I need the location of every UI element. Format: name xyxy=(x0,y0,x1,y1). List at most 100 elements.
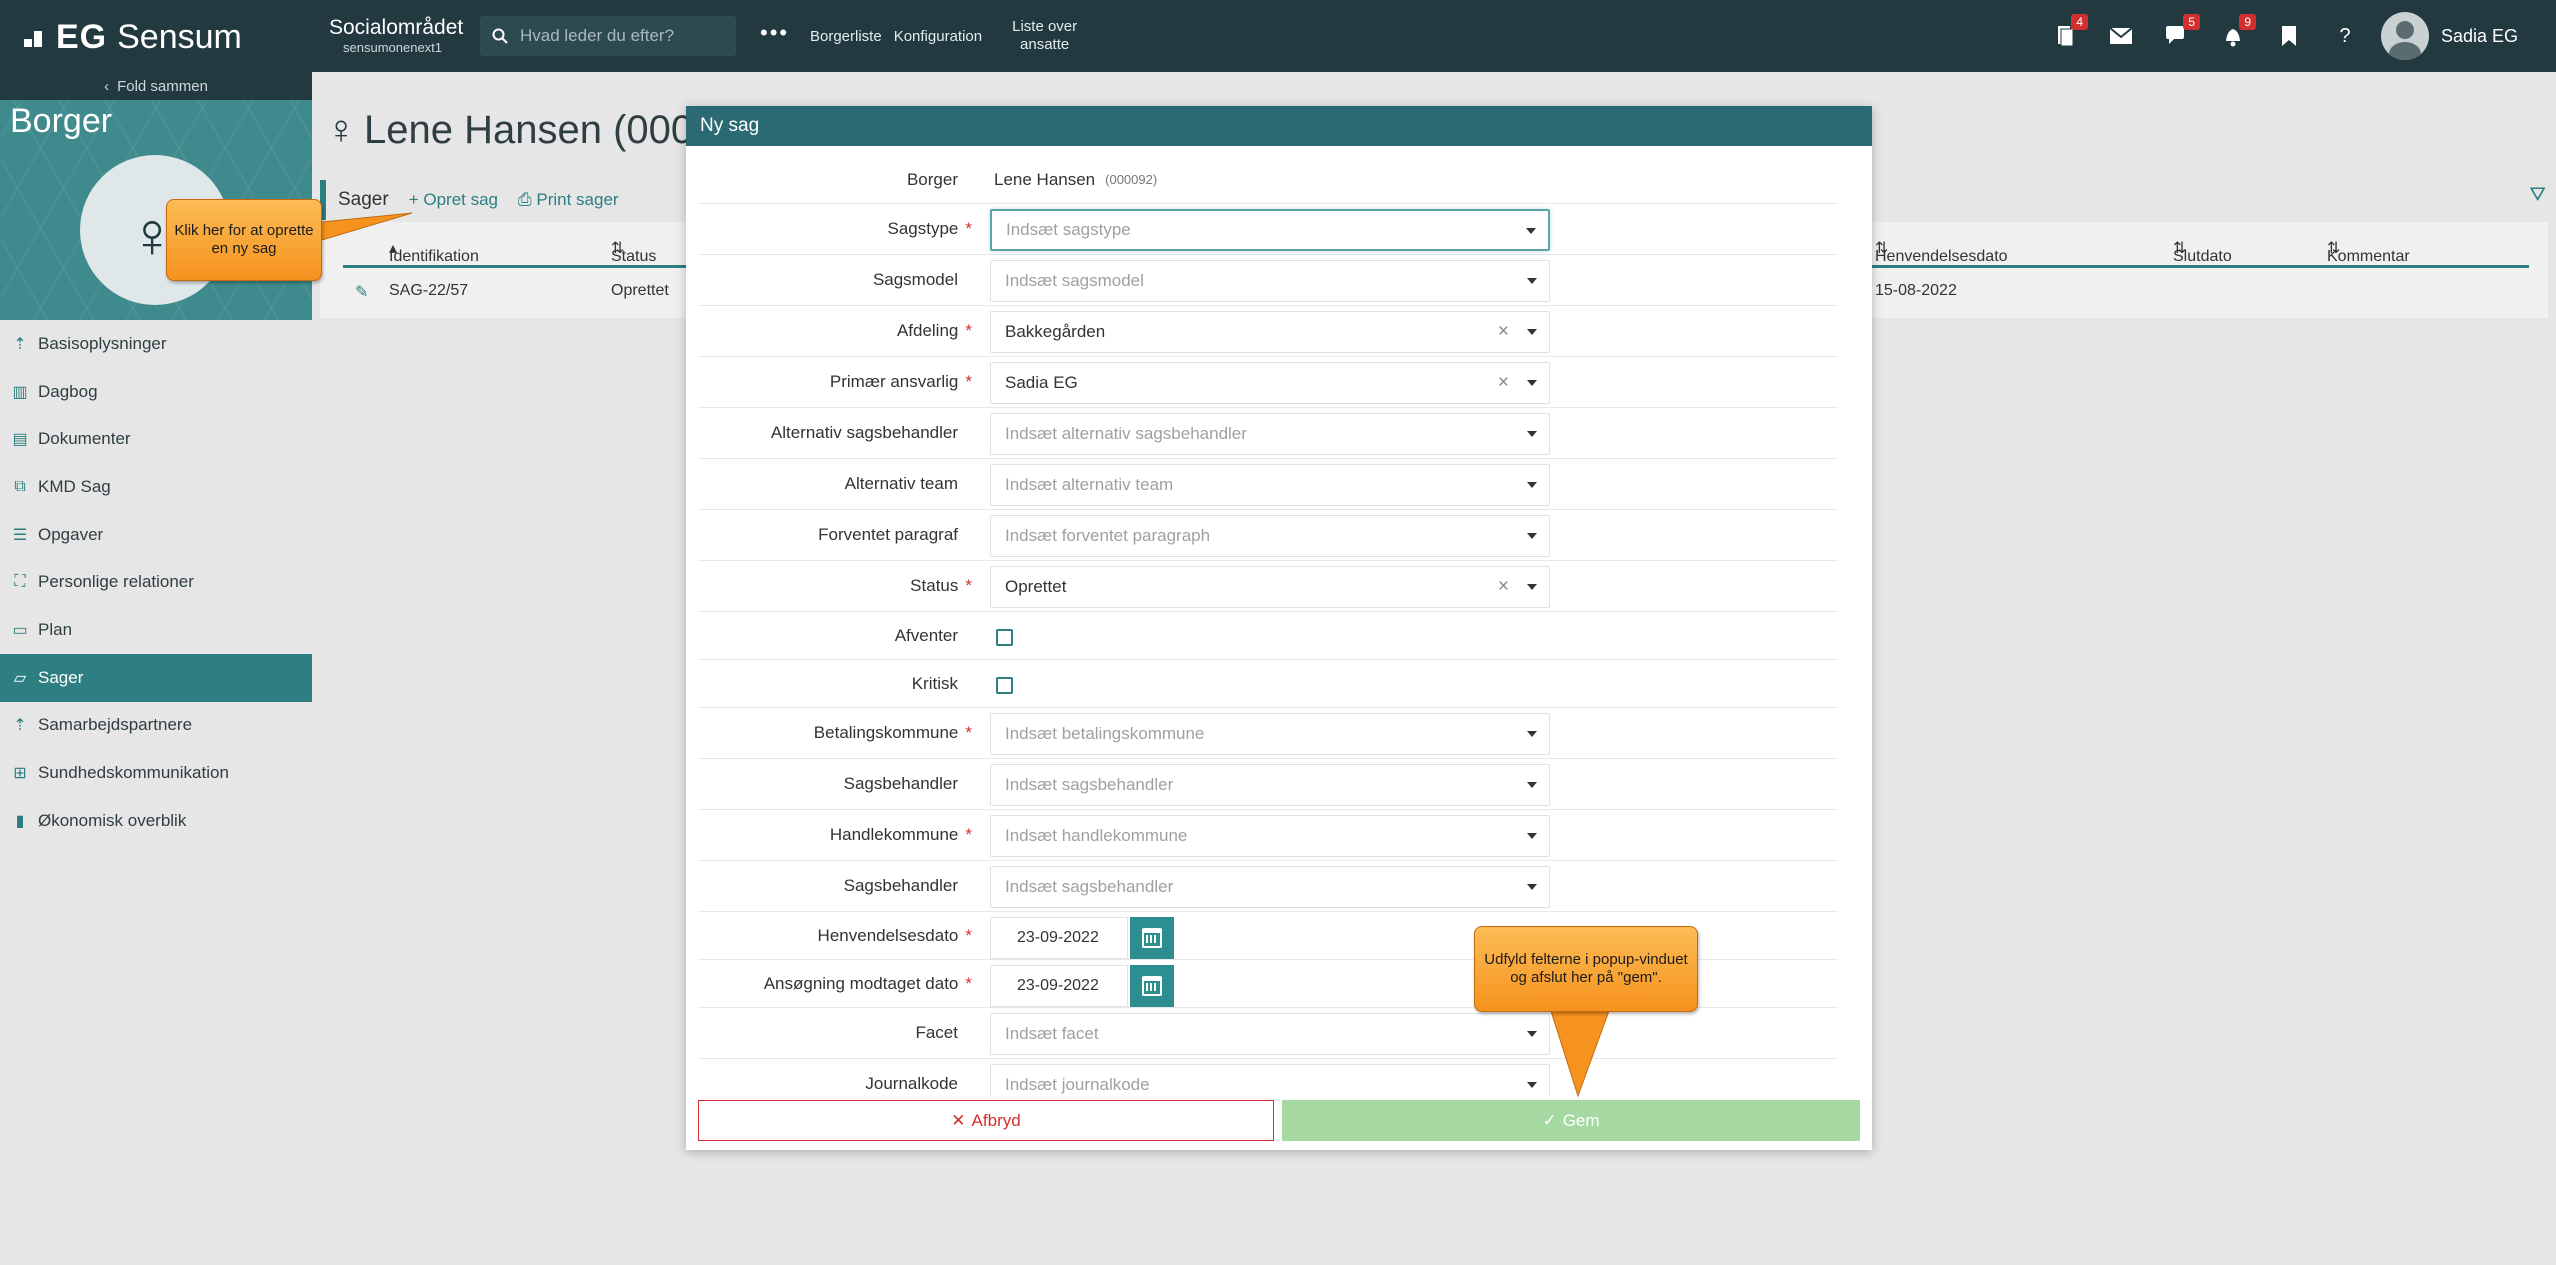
col-kommentar[interactable]: Kommentar ⇅ xyxy=(2327,238,2410,265)
row-afventer: Afventer xyxy=(698,612,1838,660)
handlekommune-select[interactable]: Indsæt handlekommune xyxy=(990,815,1550,857)
pencil-icon[interactable]: ✎ xyxy=(355,282,368,302)
health-icon: ⊞ xyxy=(13,765,27,783)
clear-icon[interactable]: × xyxy=(1498,576,1509,598)
label-text: Borger xyxy=(906,169,958,189)
col-label: Henvendelsesdato xyxy=(1875,248,2008,265)
brand-name: Sensum xyxy=(117,18,242,56)
row-betalingskommune: Betalingskommune * Indsæt betalingskommun… xyxy=(698,708,1838,759)
primaer-label: Primær ansvarlig * xyxy=(830,357,972,407)
documents-button[interactable]: 4 xyxy=(2054,14,2088,48)
sidebar-item-dagbog[interactable]: ▥ Dagbog xyxy=(0,368,312,416)
paragraf-label: Forventet paragraf xyxy=(818,510,972,560)
clear-icon[interactable]: × xyxy=(1498,372,1509,394)
row-sagsbehandler-2: Sagsbehandler Indsæt sagsbehandler xyxy=(698,861,1838,912)
sidebar-item-opgaver[interactable]: ☰ Opgaver xyxy=(0,511,312,559)
col-henvendelsesdato[interactable]: Henvendelsesdato ⇅ xyxy=(1875,238,2008,265)
print-cases-button[interactable]: ⎙ Print sager xyxy=(518,190,619,210)
alt-team-select[interactable]: Indsæt alternativ team xyxy=(990,464,1550,506)
user-menu[interactable]: Sadia EG xyxy=(2380,12,2518,60)
journalkode-select[interactable]: Indsæt journalkode xyxy=(990,1064,1550,1096)
nav-liste-over-ansatte[interactable]: Liste over ansatte xyxy=(1012,18,1077,54)
nav-borgerliste[interactable]: Borgerliste xyxy=(810,28,882,45)
placeholder: Indsæt handlekommune xyxy=(1005,826,1188,845)
mail-button[interactable] xyxy=(2110,24,2132,48)
more-menu-button[interactable]: ••• xyxy=(760,20,789,46)
status-select[interactable]: Oprettet × xyxy=(990,566,1550,608)
sidebar-item-label: Sager xyxy=(38,667,84,687)
col-status[interactable]: Status ⇅ xyxy=(611,238,656,265)
label-text: Betalingskommune xyxy=(813,723,959,742)
sidebar-item-plan[interactable]: ▭ Plan xyxy=(0,606,312,654)
row-facet: Facet Indsæt facet xyxy=(698,1008,1838,1059)
sagsbehandler-label: Sagsbehandler xyxy=(844,861,972,911)
area-title: Socialområdet xyxy=(329,16,464,39)
help-button[interactable]: ? xyxy=(2334,24,2356,48)
nav-konfiguration[interactable]: Konfiguration xyxy=(894,28,982,45)
clear-icon[interactable]: × xyxy=(1498,321,1509,343)
value: Oprettet xyxy=(1005,577,1067,596)
sidebar-item-label: Basisoplysninger xyxy=(38,333,167,353)
kritisk-checkbox[interactable] xyxy=(996,677,1013,694)
sidebar-item-sundhedskommunikation[interactable]: ⊞ Sundhedskommunikation xyxy=(0,749,312,797)
top-nav: Borgerliste Konfiguration Liste over ans… xyxy=(810,0,1077,72)
betalingskommune-select[interactable]: Indsæt betalingskommune xyxy=(990,713,1550,755)
required-marker: * xyxy=(965,372,972,391)
sagsmodel-select[interactable]: Indsæt sagsmodel xyxy=(990,260,1550,302)
bookmark-button[interactable] xyxy=(2278,24,2300,48)
henvendelsesdato-label: Henvendelsesdato * xyxy=(818,912,972,959)
label-text: Henvendelsesdato xyxy=(817,925,959,945)
sidebar-item-sager[interactable]: ▱ Sager xyxy=(0,653,312,702)
henvendelsesdato-input[interactable]: 23-09-2022 xyxy=(990,917,1128,959)
sagstype-select[interactable]: Indsæt sagstype xyxy=(990,209,1550,251)
save-button[interactable]: ✓ Gem xyxy=(1282,1100,1860,1141)
eg-sensum-logo[interactable]: EG Sensum xyxy=(24,18,242,57)
notifications-button[interactable]: 9 xyxy=(2222,14,2256,48)
money-icon: ▮ xyxy=(15,812,25,830)
row-alt-sagsbehandler: Alternativ sagsbehandler Indsæt alternat… xyxy=(698,408,1838,459)
sidebar-item-label: Økonomisk overblik xyxy=(38,810,187,830)
sidebar-item-dokumenter[interactable]: ▤ Dokumenter xyxy=(0,415,312,463)
sidebar-item-okonomisk-overblik[interactable]: ▮ Økonomisk overblik xyxy=(0,797,312,845)
value: Bakkegården xyxy=(1005,322,1106,341)
primaer-ansvarlig-select[interactable]: Sadia EG × xyxy=(990,362,1550,404)
row-kritisk: Kritisk xyxy=(698,660,1838,708)
sagsbehandler-select-2[interactable]: Indsæt sagsbehandler xyxy=(990,866,1550,908)
sidebar-item-samarbejdspartnere[interactable]: ⇡ Samarbejdspartnere xyxy=(0,702,312,750)
afventer-checkbox[interactable] xyxy=(996,629,1013,646)
label-text: Primær ansvarlig xyxy=(829,372,959,391)
facet-select[interactable]: Indsæt facet xyxy=(990,1013,1550,1055)
cancel-label: Afbryd xyxy=(971,1110,1021,1130)
cell-status: Oprettet xyxy=(611,282,669,299)
ansoegning-dato-input[interactable]: 23-09-2022 xyxy=(990,965,1128,1007)
sidebar-item-kmd-sag[interactable]: ⧉ KMD Sag xyxy=(0,463,312,511)
sidebar-item-personlige-relationer[interactable]: ⛶ Personlige relationer xyxy=(0,558,312,606)
alt-sagsbehandler-select[interactable]: Indsæt alternativ sagsbehandler xyxy=(990,413,1550,455)
sidebar-item-label: Dokumenter xyxy=(38,429,131,449)
nav-line-2: ansatte xyxy=(1020,36,1070,53)
required-marker: * xyxy=(965,723,972,742)
chat-button[interactable]: 5 xyxy=(2166,14,2200,48)
filter-icon[interactable]: ⛛ xyxy=(2529,184,2546,207)
global-search[interactable]: Hvad leder du efter? xyxy=(480,16,736,56)
check-icon: ✓ xyxy=(1542,1110,1557,1130)
afdeling-select[interactable]: Bakkegården × xyxy=(990,311,1550,353)
paragraf-select[interactable]: Indsæt forventet paragraph xyxy=(990,515,1550,557)
calendar-button[interactable] xyxy=(1130,965,1174,1007)
citizen-id: (000092) xyxy=(1105,172,1158,187)
col-slutdato[interactable]: Slutdato ⇅ xyxy=(2173,238,2232,265)
caret-down-icon xyxy=(1527,584,1537,590)
cancel-button[interactable]: ✕ Afbryd xyxy=(698,1100,1274,1141)
caret-down-icon xyxy=(1527,833,1537,839)
calendar-button[interactable] xyxy=(1130,917,1174,959)
sidebar-item-label: Plan xyxy=(38,619,73,639)
area-switcher[interactable]: Socialområdet sensumonenext1 xyxy=(329,16,463,55)
fold-sidebar-button[interactable]: ‹ Fold sammen xyxy=(0,72,312,100)
label-text: Sagsbehandler xyxy=(843,774,958,793)
mail-icon xyxy=(2110,28,2132,44)
create-case-button[interactable]: + Opret sag xyxy=(409,190,498,210)
sidebar-item-basisoplysninger[interactable]: ⇡ Basisoplysninger xyxy=(0,320,312,368)
caret-down-icon xyxy=(1527,278,1537,284)
row-afdeling: Afdeling * Bakkegården × xyxy=(698,306,1838,357)
sagsbehandler-select-1[interactable]: Indsæt sagsbehandler xyxy=(990,764,1550,806)
